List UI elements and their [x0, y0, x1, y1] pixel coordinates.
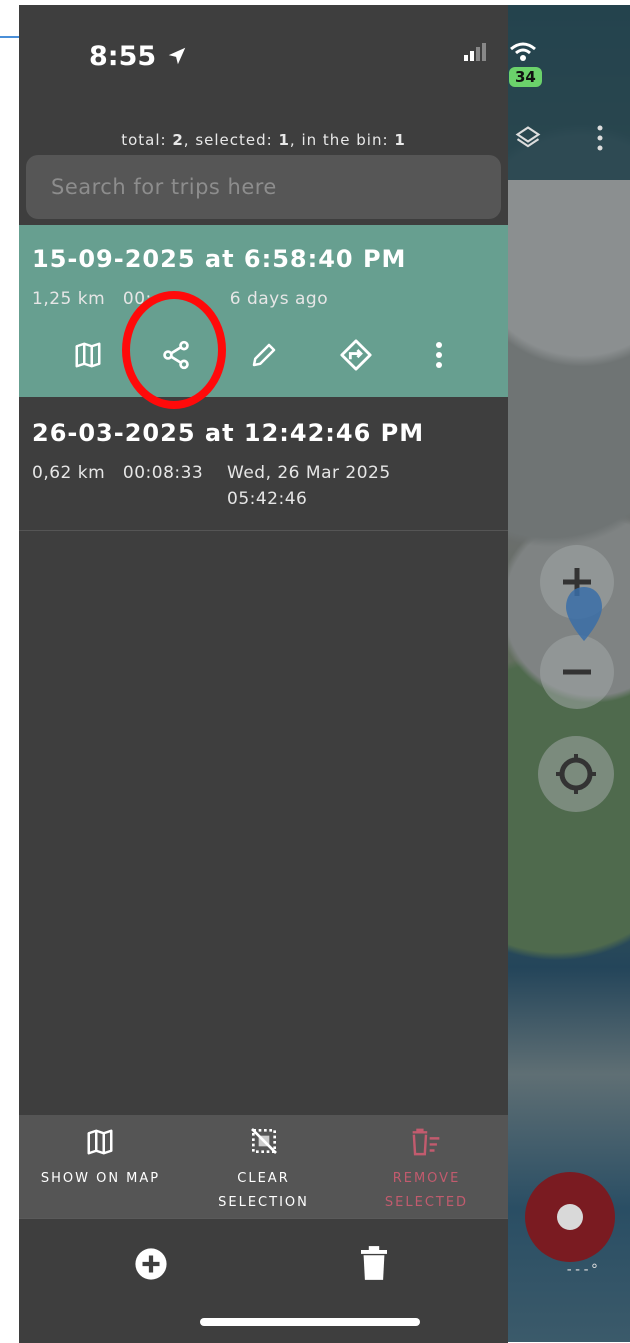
map-icon [87, 1129, 113, 1155]
clear-selection-icon [251, 1128, 277, 1154]
remove-selected-label-1: REMOVE [392, 1171, 461, 1186]
location-arrow-icon [168, 47, 185, 65]
map-distance-label: ---° [565, 1262, 599, 1278]
more-action[interactable] [415, 331, 463, 379]
status-bar: 8:55 [19, 5, 508, 95]
layers-icon[interactable] [510, 120, 546, 156]
summary-bin-value: 1 [394, 131, 406, 149]
trip-when: Wed, 26 Mar 2025 [227, 463, 391, 483]
summary-bin-label: , in the bin: [289, 131, 395, 149]
edit-action[interactable] [240, 331, 288, 379]
clear-selection-label-2: SELECTION [218, 1195, 309, 1210]
directions-action[interactable] [332, 331, 380, 379]
summary-total-value: 2 [172, 131, 184, 149]
highlight-annotation-circle [122, 291, 226, 409]
summary-selected-label: , selected: [183, 131, 279, 149]
add-trip-button[interactable] [134, 1247, 168, 1281]
show-on-map-label: SHOW ON MAP [40, 1171, 161, 1186]
trip-title: 15-09-2025 at 6:58:40 PM [32, 245, 407, 273]
show-map-action[interactable] [64, 331, 112, 379]
directions-icon [340, 339, 372, 371]
locate-button[interactable] [538, 736, 614, 812]
record-button[interactable] [525, 1172, 615, 1262]
trip-item-selected[interactable]: 15-09-2025 at 6:58:40 PM 1,25 km 00: 6 da… [19, 225, 508, 397]
remove-selected-label-2: SELECTED [384, 1195, 469, 1210]
edge-line [0, 36, 19, 38]
status-icons [464, 43, 490, 66]
location-pin-icon [562, 585, 606, 645]
map-icon [75, 342, 101, 368]
more-vert-icon [436, 342, 442, 368]
summary-selected-value: 1 [278, 131, 290, 149]
show-on-map-button[interactable]: SHOW ON MAP [19, 1115, 182, 1223]
trip-summary: total: 2, selected: 1, in the bin: 1 [19, 131, 508, 149]
selection-toolbar: SHOW ON MAP CLEAR SELECTION REMOVE SELEC… [19, 1115, 508, 1223]
summary-total-label: total: [121, 131, 173, 149]
trash-icon [361, 1246, 387, 1280]
remove-selected-button[interactable]: REMOVE SELECTED [345, 1115, 508, 1223]
search-input[interactable]: Search for trips here [26, 155, 501, 219]
status-right-icons: 34 [509, 41, 542, 89]
signal-icon [464, 43, 486, 61]
trash-button[interactable] [361, 1245, 387, 1281]
record-dot [557, 1204, 583, 1230]
trip-when-time: 05:42:46 [227, 489, 308, 509]
battery-indicator: 34 [509, 67, 542, 87]
wifi-icon [510, 42, 536, 61]
remove-selected-icon [412, 1128, 440, 1156]
trip-item[interactable]: 26-03-2025 at 12:42:46 PM 0,62 km 00:08:… [19, 397, 508, 531]
add-icon [135, 1248, 167, 1280]
trip-title: 26-03-2025 at 12:42:46 PM [32, 419, 425, 447]
home-indicator[interactable] [200, 1318, 420, 1326]
trip-meta: 0,62 km 00:08:33 [32, 463, 203, 483]
trip-distance: 1,25 km [32, 289, 106, 309]
trips-drawer: 8:55 34 total: 2, selected: 1, in the bi… [19, 5, 542, 1343]
status-time: 8:55 [89, 41, 188, 72]
trip-duration: 00:08:33 [122, 463, 204, 483]
trip-distance: 0,62 km [32, 463, 106, 483]
trip-when: 6 days ago [229, 289, 329, 309]
zoom-out-button[interactable] [540, 635, 614, 709]
status-time-text: 8:55 [89, 41, 157, 72]
map-menu-icon[interactable] [590, 120, 610, 156]
clear-selection-label-1: CLEAR [237, 1171, 290, 1186]
pencil-icon [252, 343, 276, 367]
clear-selection-button[interactable]: CLEAR SELECTION [182, 1115, 345, 1223]
search-placeholder: Search for trips here [51, 175, 277, 199]
